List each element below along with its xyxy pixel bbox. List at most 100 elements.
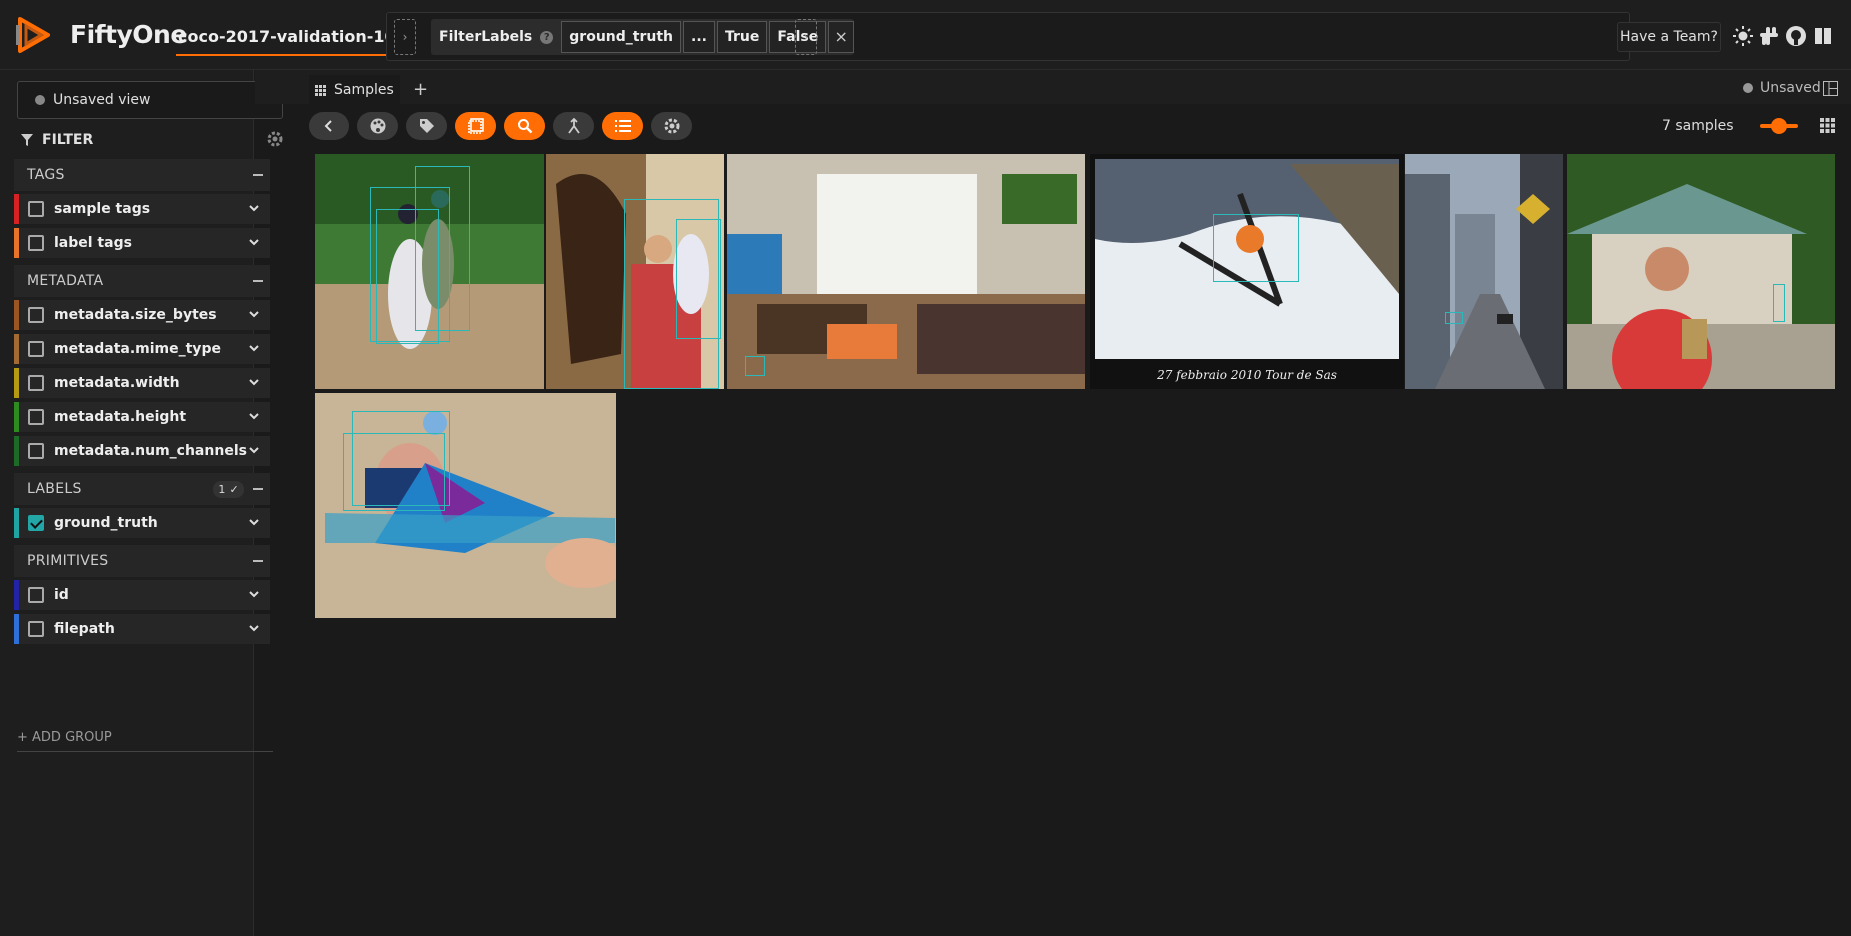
chevron-left-icon xyxy=(324,120,332,132)
field-checkbox[interactable] xyxy=(28,307,44,323)
zoom-slider[interactable] xyxy=(1760,118,1798,134)
field-row-metadata-size-bytes[interactable]: metadata.size_bytes xyxy=(14,300,270,330)
sample-card-living-room[interactable] xyxy=(727,154,1085,389)
field-row-metadata-num-channels[interactable]: metadata.num_channels xyxy=(14,436,270,466)
chevron-down-icon[interactable] xyxy=(248,376,260,388)
label-box xyxy=(343,433,445,511)
saved-view-select[interactable]: Unsaved view xyxy=(17,81,283,119)
chevron-down-icon[interactable] xyxy=(248,236,260,248)
slack-icon[interactable] xyxy=(1758,25,1780,47)
have-a-team-button[interactable]: Have a Team? xyxy=(1617,22,1721,52)
sample-card-horse-and-child[interactable] xyxy=(546,154,724,389)
view-status-dot xyxy=(35,95,45,105)
collapse-minus-icon[interactable] xyxy=(253,560,263,562)
field-checkbox[interactable] xyxy=(28,587,44,603)
unsaved-label: Unsaved xyxy=(1760,80,1821,96)
field-checkbox[interactable] xyxy=(28,201,44,217)
collapse-minus-icon[interactable] xyxy=(253,174,263,176)
stage-arg-expr[interactable]: ... xyxy=(683,21,715,53)
label-box xyxy=(745,356,765,376)
group-count-badge[interactable]: 1 ✓ xyxy=(213,481,244,498)
field-checkbox[interactable] xyxy=(28,235,44,251)
field-row-ground-truth[interactable]: ground_truth xyxy=(14,508,270,538)
zoom-slider-thumb[interactable] xyxy=(1771,118,1787,134)
chevron-down-icon[interactable] xyxy=(248,516,260,528)
add-stage-left-button[interactable]: › xyxy=(394,19,416,55)
field-checkbox[interactable] xyxy=(28,375,44,391)
sample-card-man-with-drinks[interactable] xyxy=(1567,154,1835,389)
add-group-button[interactable]: + ADD GROUP xyxy=(17,730,273,752)
color-scheme-button[interactable] xyxy=(357,112,398,140)
sample-card-baseball-players[interactable] xyxy=(315,154,544,389)
collapse-minus-icon[interactable] xyxy=(253,280,263,282)
stage-arg-only-matches[interactable]: True xyxy=(716,21,768,53)
view-stage: FilterLabels ? ground_truth ... True Fal… xyxy=(431,19,855,55)
sample-card-city-street[interactable] xyxy=(1405,154,1563,389)
chevron-down-icon[interactable] xyxy=(248,444,260,456)
group-header-labels[interactable]: LABELS 1 ✓ xyxy=(14,473,270,505)
label-box xyxy=(1213,214,1299,282)
top-header: FiftyOne coco-2017-validation-1000 › Fil… xyxy=(0,0,1851,70)
field-row-label-tags[interactable]: label tags xyxy=(14,228,270,258)
tab-samples[interactable]: Samples xyxy=(309,75,400,105)
field-label: metadata.num_channels xyxy=(54,443,247,459)
label-box xyxy=(676,219,721,339)
field-checkbox[interactable] xyxy=(28,621,44,637)
stage-name[interactable]: FilterLabels ? xyxy=(431,19,561,55)
field-checkbox[interactable] xyxy=(28,341,44,357)
field-label: metadata.size_bytes xyxy=(54,307,217,323)
chevron-down-icon[interactable] xyxy=(248,308,260,320)
palette-icon xyxy=(370,118,385,134)
label-box xyxy=(415,166,470,331)
grid-settings-button[interactable] xyxy=(651,112,692,140)
back-button[interactable] xyxy=(309,112,349,140)
group-header-primitives[interactable]: PRIMITIVES xyxy=(14,545,270,577)
fiftyone-logo-icon[interactable] xyxy=(14,15,54,55)
collapse-minus-icon[interactable] xyxy=(253,488,263,490)
chevron-down-icon[interactable] xyxy=(248,342,260,354)
field-row-id[interactable]: id xyxy=(14,580,270,610)
github-icon[interactable] xyxy=(1785,25,1807,47)
grid-view-icon[interactable] xyxy=(1820,118,1835,133)
view-bar: › FilterLabels ? ground_truth ... True F… xyxy=(386,12,1630,61)
field-label: sample tags xyxy=(54,201,151,217)
stage-arg-field[interactable]: ground_truth xyxy=(561,21,682,53)
group-header-tags[interactable]: TAGS xyxy=(14,159,270,191)
chevron-down-icon[interactable] xyxy=(248,622,260,634)
tag-button[interactable] xyxy=(406,112,447,140)
field-checkbox[interactable] xyxy=(28,515,44,531)
field-row-filepath[interactable]: filepath xyxy=(14,614,270,644)
field-checkbox[interactable] xyxy=(28,443,44,459)
field-row-sample-tags[interactable]: sample tags xyxy=(14,194,270,224)
add-panel-button[interactable]: + xyxy=(413,79,428,100)
brand-name[interactable]: FiftyOne xyxy=(70,20,187,49)
sample-image xyxy=(727,154,1085,389)
dataset-selector[interactable]: coco-2017-validation-1000 xyxy=(176,22,420,56)
docs-book-icon[interactable] xyxy=(1812,25,1834,47)
field-label: ground_truth xyxy=(54,515,158,531)
sidebar: Unsaved view FILTER TAGS sample tags label… xyxy=(0,70,283,936)
theme-sun-icon[interactable] xyxy=(1732,25,1754,47)
field-row-metadata-width[interactable]: metadata.width xyxy=(14,368,270,398)
similarity-search-button[interactable] xyxy=(504,112,545,140)
group-header-metadata[interactable]: METADATA xyxy=(14,265,270,297)
field-row-metadata-mime-type[interactable]: metadata.mime_type xyxy=(14,334,270,364)
sample-image xyxy=(1405,154,1563,389)
field-row-metadata-height[interactable]: metadata.height xyxy=(14,402,270,432)
display-options-button[interactable] xyxy=(602,112,643,140)
add-stage-right-button[interactable]: › xyxy=(795,19,817,55)
field-color-stripe xyxy=(14,614,19,644)
field-checkbox[interactable] xyxy=(28,409,44,425)
sample-card-skier[interactable]: 27 febbraio 2010 Tour de Sas xyxy=(1090,154,1404,389)
patches-button[interactable] xyxy=(455,112,496,140)
help-icon[interactable]: ? xyxy=(540,30,554,44)
remove-stage-button[interactable]: × xyxy=(828,21,855,53)
split-layout-icon[interactable] xyxy=(1823,81,1838,96)
sample-card-kite-on-beach[interactable] xyxy=(315,393,616,618)
chevron-down-icon[interactable] xyxy=(248,588,260,600)
sort-by-similarity-button[interactable] xyxy=(553,112,594,140)
chevron-down-icon[interactable] xyxy=(248,410,260,422)
field-label: metadata.height xyxy=(54,409,187,425)
chevron-down-icon[interactable] xyxy=(248,202,260,214)
sidebar-settings-gear-icon[interactable] xyxy=(266,130,284,148)
